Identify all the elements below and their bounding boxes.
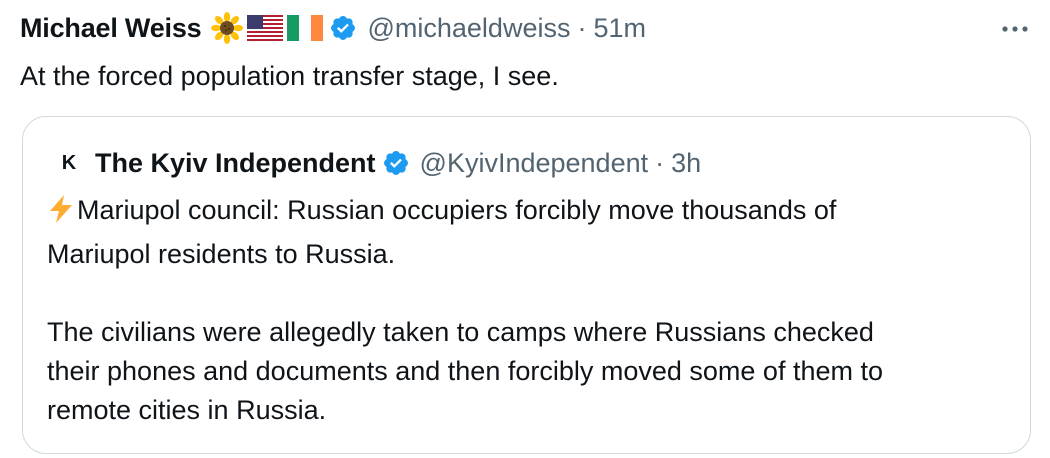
quote-line: Mariupol residents to Russia. bbox=[47, 239, 396, 269]
author-name[interactable]: Michael Weiss bbox=[20, 13, 202, 44]
sunflower-icon bbox=[211, 12, 244, 44]
separator-dot: · bbox=[655, 147, 665, 178]
quoted-tweet-text: Mariupol council: Russian occupiers forc… bbox=[47, 191, 1007, 430]
quoted-author-avatar[interactable]: K bbox=[51, 145, 87, 181]
us-flag-icon bbox=[247, 15, 284, 41]
author-emojis bbox=[211, 12, 327, 44]
avatar-letter: K bbox=[61, 151, 77, 174]
quote-line: their phones and documents and then forc… bbox=[47, 356, 883, 386]
verified-badge-icon bbox=[382, 149, 410, 177]
quoted-timestamp[interactable]: 3h bbox=[671, 148, 701, 179]
quoted-tweet-card[interactable]: K The Kyiv Independent @KyivIndependent … bbox=[22, 116, 1031, 454]
quoted-author-handle[interactable]: @KyivIndependent bbox=[420, 148, 649, 179]
more-options-button[interactable] bbox=[1000, 14, 1030, 44]
tweet-text: At the forced population transfer stage,… bbox=[20, 61, 559, 91]
verified-badge-icon bbox=[329, 14, 357, 42]
quoted-tweet-header: K The Kyiv Independent @KyivIndependent … bbox=[51, 145, 701, 181]
separator-dot: · bbox=[577, 12, 587, 43]
quote-line-text: Mariupol council: Russian occupiers forc… bbox=[77, 195, 837, 225]
quote-line: The civilians were allegedly taken to ca… bbox=[47, 317, 874, 347]
tweet[interactable]: Michael Weiss @michaeldweiss · 51m At th… bbox=[0, 0, 1050, 458]
lightning-icon bbox=[47, 194, 75, 235]
quoted-author-name[interactable]: The Kyiv Independent bbox=[95, 148, 376, 179]
more-dots-icon bbox=[1002, 26, 1028, 32]
timestamp[interactable]: 51m bbox=[593, 13, 646, 44]
author-handle[interactable]: @michaeldweiss bbox=[367, 13, 570, 44]
quote-line: remote cities in Russia. bbox=[47, 395, 327, 425]
tweet-header: Michael Weiss @michaeldweiss · 51m bbox=[20, 10, 646, 46]
quote-line: Mariupol council: Russian occupiers forc… bbox=[47, 191, 1007, 235]
ireland-flag-icon bbox=[287, 15, 324, 41]
